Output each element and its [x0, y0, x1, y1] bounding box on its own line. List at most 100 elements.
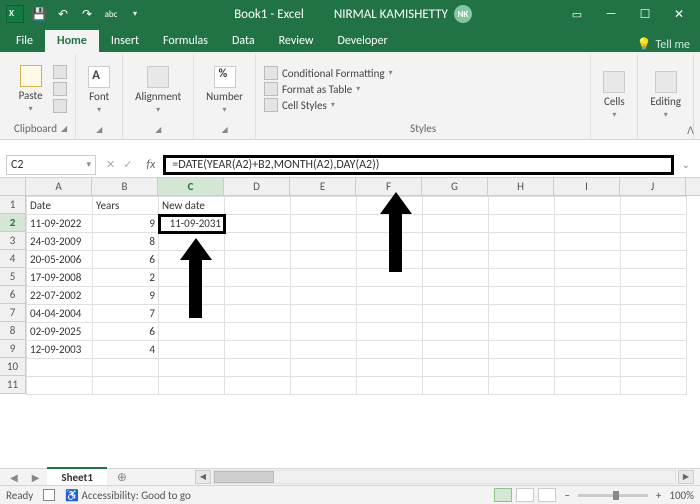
cell[interactable]	[159, 377, 225, 395]
cell[interactable]	[423, 251, 489, 269]
page-layout-view-icon[interactable]	[516, 488, 534, 502]
row-header[interactable]: 11	[0, 376, 26, 394]
column-header[interactable]: C	[158, 178, 224, 195]
column-header[interactable]: G	[422, 178, 488, 195]
cell[interactable]	[27, 377, 93, 395]
page-break-view-icon[interactable]	[538, 488, 556, 502]
cell[interactable]	[291, 215, 357, 233]
cell[interactable]: 11-09-2022	[27, 215, 93, 233]
close-icon[interactable]: ✕	[664, 4, 694, 24]
cell[interactable]: 04-04-2004	[27, 305, 93, 323]
copy-icon[interactable]	[53, 82, 67, 96]
cell[interactable]	[357, 251, 423, 269]
row-header[interactable]: 1	[0, 196, 26, 214]
cell[interactable]	[489, 341, 555, 359]
cell[interactable]: Date	[27, 197, 93, 215]
cell[interactable]	[621, 359, 687, 377]
cell[interactable]	[159, 305, 225, 323]
cell[interactable]: 6	[93, 251, 159, 269]
cell[interactable]	[621, 251, 687, 269]
column-header[interactable]: A	[26, 178, 92, 195]
row-header[interactable]: 4	[0, 250, 26, 268]
sheet-nav-prev-icon[interactable]: ◀	[4, 471, 24, 484]
cell[interactable]	[621, 305, 687, 323]
zoom-level[interactable]: 100%	[669, 489, 694, 502]
cell[interactable]	[159, 323, 225, 341]
launcher-icon[interactable]: ◢	[221, 125, 227, 135]
cell[interactable]	[225, 251, 291, 269]
zoom-out-icon[interactable]: −	[560, 489, 573, 502]
spellcheck-icon[interactable]: abc	[102, 5, 120, 23]
launcher-icon[interactable]: ◢	[155, 125, 161, 135]
undo-icon[interactable]: ↶	[54, 5, 72, 23]
cell[interactable]: 17-09-2008	[27, 269, 93, 287]
scroll-track[interactable]	[213, 470, 676, 484]
cell[interactable]	[621, 233, 687, 251]
cell[interactable]	[225, 215, 291, 233]
cell[interactable]	[291, 269, 357, 287]
select-all-corner[interactable]	[0, 178, 26, 196]
expand-formula-icon[interactable]: ⌄	[678, 158, 694, 171]
cell[interactable]	[159, 251, 225, 269]
cell[interactable]	[291, 359, 357, 377]
editing-button[interactable]: Editing▾	[646, 69, 685, 122]
scroll-left-icon[interactable]: ◀	[195, 470, 211, 484]
cell[interactable]	[291, 377, 357, 395]
row-header[interactable]: 7	[0, 304, 26, 322]
cell[interactable]	[621, 215, 687, 233]
cell[interactable]	[291, 287, 357, 305]
sheet-tab[interactable]: Sheet1	[47, 467, 107, 486]
cell[interactable]	[555, 341, 621, 359]
cell[interactable]	[423, 323, 489, 341]
fx-icon[interactable]: fx	[142, 158, 159, 172]
cell[interactable]: 20-05-2006	[27, 251, 93, 269]
cell[interactable]	[159, 269, 225, 287]
cell[interactable]	[291, 323, 357, 341]
cell[interactable]	[225, 359, 291, 377]
cell[interactable]	[291, 305, 357, 323]
column-header[interactable]: F	[356, 178, 422, 195]
scroll-right-icon[interactable]: ▶	[678, 470, 694, 484]
zoom-in-icon[interactable]: +	[652, 489, 665, 502]
paste-button[interactable]: Paste ▾	[15, 63, 47, 116]
launcher-icon[interactable]: ◢	[96, 125, 102, 135]
tab-home[interactable]: Home	[45, 30, 99, 52]
cell[interactable]	[225, 197, 291, 215]
tab-developer[interactable]: Developer	[326, 30, 400, 52]
cell[interactable]	[489, 233, 555, 251]
cell[interactable]	[423, 287, 489, 305]
tab-review[interactable]: Review	[267, 30, 326, 52]
cell[interactable]	[555, 197, 621, 215]
cells-button[interactable]: Cells▾	[599, 69, 629, 122]
column-header[interactable]: I	[554, 178, 620, 195]
cell[interactable]: 9	[93, 287, 159, 305]
enter-icon[interactable]: ✓	[123, 158, 132, 171]
cell[interactable]	[555, 215, 621, 233]
formula-input[interactable]: =DATE(YEAR(A2)+B2,MONTH(A2),DAY(A2))	[163, 155, 673, 175]
column-header[interactable]: J	[620, 178, 686, 195]
cell[interactable]	[489, 305, 555, 323]
cell[interactable]	[291, 251, 357, 269]
column-header[interactable]: E	[290, 178, 356, 195]
cell[interactable]	[357, 233, 423, 251]
row-header[interactable]: 2	[0, 214, 26, 232]
conditional-formatting-button[interactable]: Conditional Formatting ▾	[264, 66, 393, 80]
cell[interactable]	[489, 377, 555, 395]
cell[interactable]: 24-03-2009	[27, 233, 93, 251]
save-icon[interactable]: 💾	[30, 5, 48, 23]
cell[interactable]	[291, 197, 357, 215]
sheet-nav-next-icon[interactable]: ▶	[26, 471, 46, 484]
tab-formulas[interactable]: Formulas	[151, 30, 220, 52]
cell[interactable]	[423, 341, 489, 359]
cell[interactable]: 9	[93, 215, 159, 233]
normal-view-icon[interactable]	[494, 488, 512, 502]
tab-file[interactable]: File	[4, 30, 45, 52]
cut-icon[interactable]	[53, 65, 67, 79]
cell[interactable]	[225, 323, 291, 341]
cell[interactable]	[225, 305, 291, 323]
zoom-slider[interactable]	[578, 494, 648, 497]
cell[interactable]	[621, 287, 687, 305]
row-header[interactable]: 5	[0, 268, 26, 286]
add-sheet-icon[interactable]: ⊕	[109, 470, 135, 485]
cell[interactable]: 12-09-2003	[27, 341, 93, 359]
